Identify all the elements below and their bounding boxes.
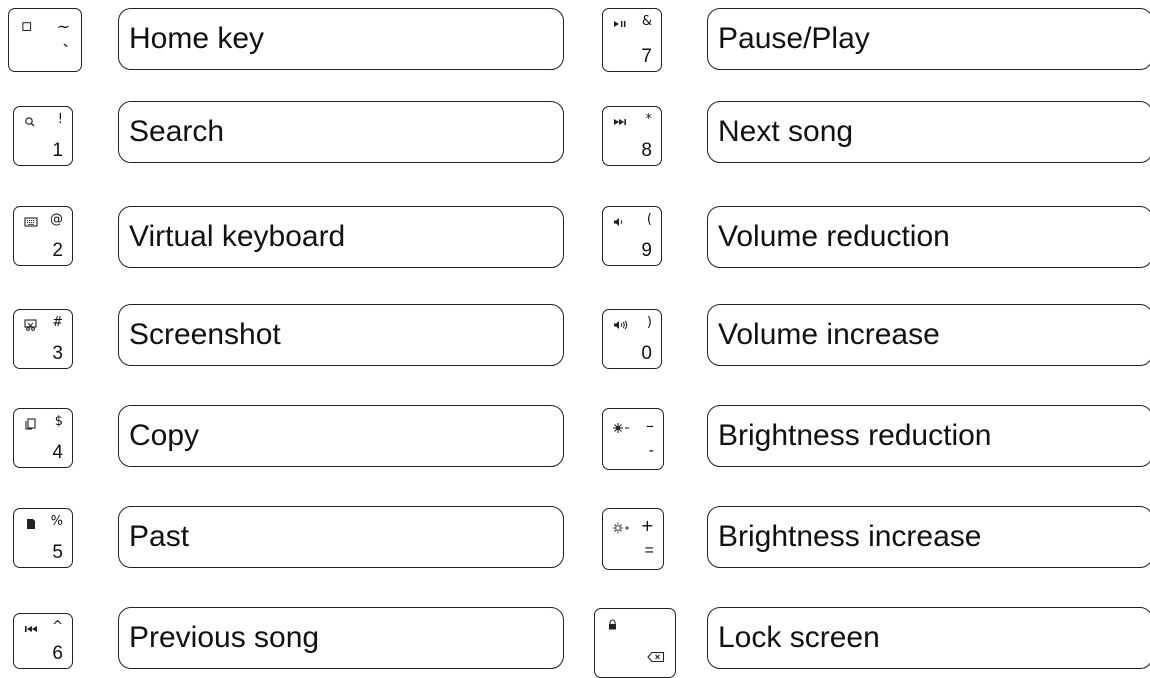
key-minus: – - bbox=[602, 408, 664, 470]
label-pause-play: Pause/Play bbox=[707, 8, 1150, 70]
key-shift-char: ^ bbox=[52, 619, 63, 634]
key-9: ( 9 bbox=[602, 206, 662, 266]
key-shift-char: ) bbox=[646, 315, 652, 330]
volume-up-icon bbox=[614, 320, 628, 330]
key-8: * 8 bbox=[602, 106, 662, 166]
key-7: & 7 bbox=[602, 8, 662, 72]
label-copy: Copy bbox=[118, 405, 564, 467]
label-virtual-keyboard: Virtual keyboard bbox=[118, 206, 564, 268]
key-home: ~ ` bbox=[8, 8, 82, 72]
key-shift-char: ~ bbox=[56, 17, 70, 36]
search-icon bbox=[25, 117, 35, 127]
key-main-char: 5 bbox=[52, 542, 63, 563]
screenshot-icon bbox=[24, 319, 37, 331]
key-main-char: 8 bbox=[641, 140, 652, 161]
key-shift-char: – bbox=[646, 416, 654, 435]
label-volume-reduction: Volume reduction bbox=[707, 206, 1150, 268]
label-brightness-increase: Brightness increase bbox=[707, 506, 1150, 568]
label-home-key: Home key bbox=[118, 8, 564, 70]
label-lock-screen: Lock screen bbox=[707, 607, 1150, 669]
label-past: Past bbox=[118, 506, 564, 568]
key-shift-char: # bbox=[52, 315, 63, 330]
home-square-icon bbox=[22, 22, 32, 31]
paste-icon bbox=[27, 519, 35, 529]
key-backspace bbox=[594, 608, 676, 678]
key-2: @ 2 bbox=[13, 206, 73, 266]
key-main-char: 6 bbox=[52, 643, 63, 664]
play-pause-icon bbox=[614, 21, 626, 27]
key-shift-char: & bbox=[641, 14, 652, 29]
label-search: Search bbox=[118, 101, 564, 163]
key-shift-char: ! bbox=[57, 112, 63, 127]
lock-icon bbox=[609, 619, 616, 630]
key-shift-char: * bbox=[645, 112, 653, 127]
key-main-char: 3 bbox=[52, 343, 63, 364]
label-screenshot: Screenshot bbox=[118, 304, 564, 366]
next-track-icon bbox=[614, 119, 626, 125]
key-main-char: ` bbox=[62, 42, 69, 64]
previous-track-icon bbox=[25, 626, 37, 632]
key-main-char: 7 bbox=[641, 46, 652, 67]
key-shift-char: @ bbox=[50, 212, 63, 227]
key-main-char: 1 bbox=[52, 140, 63, 161]
key-shift-char: $ bbox=[54, 414, 63, 429]
key-main-char: 0 bbox=[641, 343, 652, 364]
copy-icon bbox=[25, 418, 36, 430]
key-6: ^ 6 bbox=[13, 613, 73, 669]
key-main-char: - bbox=[648, 442, 654, 459]
key-3: # 3 bbox=[13, 309, 73, 369]
key-main-char: 2 bbox=[52, 240, 63, 261]
backspace-icon bbox=[647, 651, 665, 663]
keyboard-icon bbox=[24, 217, 38, 227]
key-main-char: 9 bbox=[641, 240, 652, 261]
key-shift-char: + bbox=[640, 516, 654, 535]
key-4: $ 4 bbox=[13, 408, 73, 468]
key-0: ) 0 bbox=[602, 309, 662, 369]
label-brightness-reduction: Brightness reduction bbox=[707, 405, 1150, 467]
key-main-char: = bbox=[644, 542, 654, 559]
key-1: ! 1 bbox=[13, 106, 73, 166]
brightness-down-icon bbox=[613, 423, 629, 433]
label-previous-song: Previous song bbox=[118, 607, 564, 669]
volume-down-icon bbox=[614, 218, 623, 226]
key-5: % 5 bbox=[13, 508, 73, 568]
label-volume-increase: Volume increase bbox=[707, 304, 1150, 366]
key-main-char: 4 bbox=[52, 442, 63, 463]
key-shift-char: % bbox=[50, 514, 63, 529]
key-equals: + = bbox=[602, 508, 664, 570]
key-shift-char: ( bbox=[646, 212, 652, 227]
label-next-song: Next song bbox=[707, 101, 1150, 163]
brightness-up-icon bbox=[613, 522, 629, 534]
